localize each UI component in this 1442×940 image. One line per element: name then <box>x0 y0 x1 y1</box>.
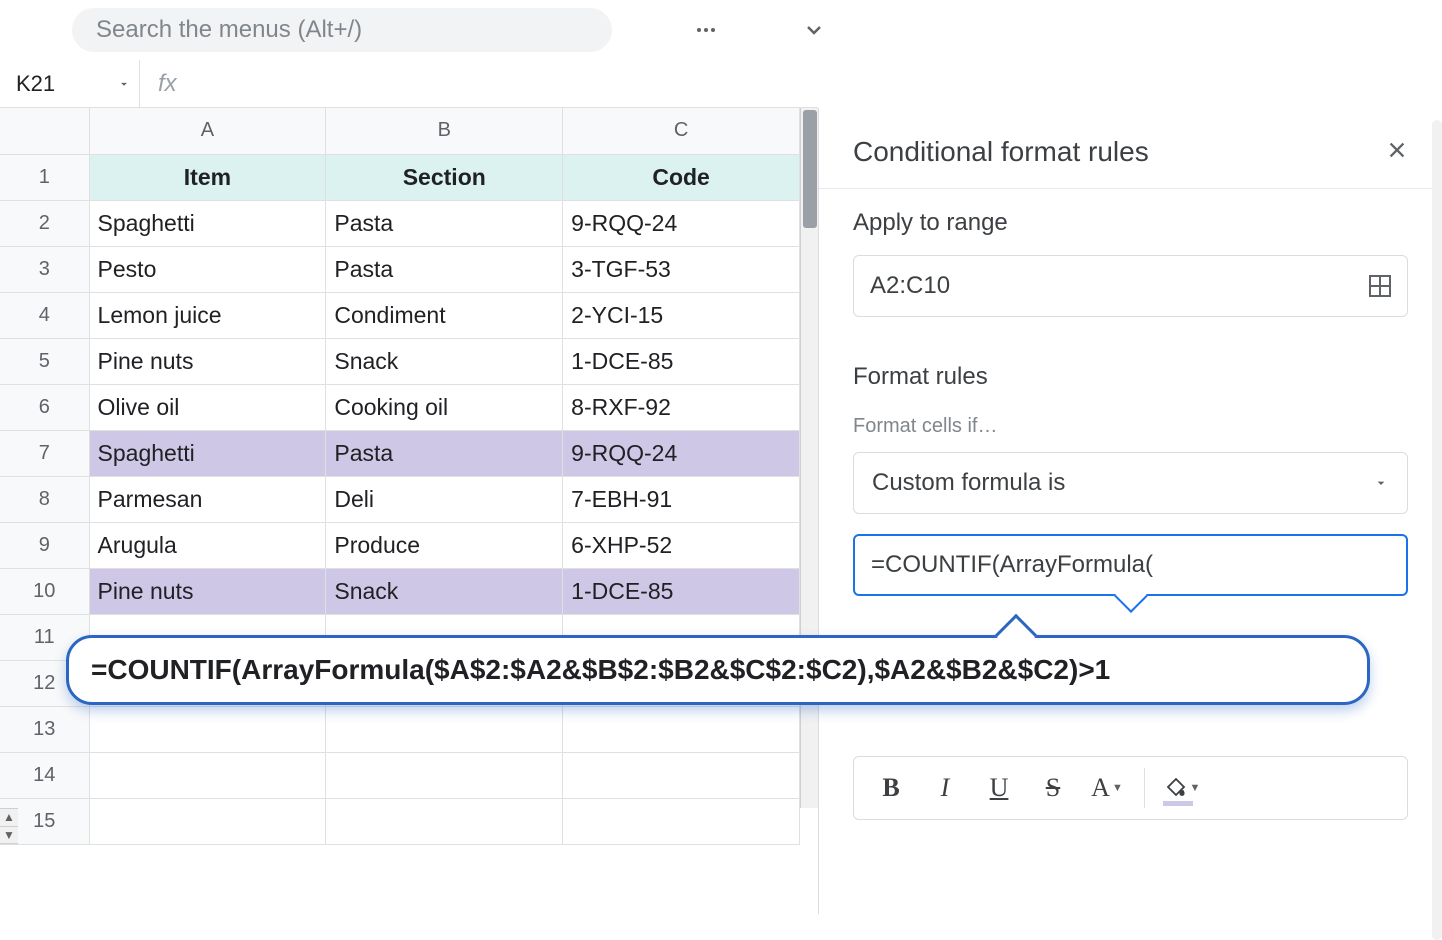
cell-section[interactable]: Deli <box>326 476 563 522</box>
cell-item[interactable]: Spaghetti <box>89 430 326 476</box>
cell-section[interactable]: Produce <box>326 522 563 568</box>
cell-code[interactable]: 2-YCI-15 <box>563 292 800 338</box>
header-code[interactable]: Code <box>563 154 800 200</box>
cell-section[interactable]: Condiment <box>326 292 563 338</box>
close-icon[interactable] <box>1386 137 1408 168</box>
cell-code[interactable]: 3-TGF-53 <box>563 246 800 292</box>
row-header[interactable]: 8 <box>0 476 89 522</box>
conditional-format-panel: Conditional format rules Apply to range … <box>818 108 1442 914</box>
cell-section[interactable]: Snack <box>326 338 563 384</box>
format-cells-if-label: Format cells if… <box>853 415 1408 438</box>
scroll-up-icon[interactable]: ▲ <box>0 809 18 827</box>
empty-cell[interactable] <box>326 752 563 798</box>
column-header-c[interactable]: C <box>563 108 800 154</box>
strikethrough-button[interactable]: S <box>1028 766 1078 810</box>
apply-range-label: Apply to range <box>853 209 1408 237</box>
range-picker-icon[interactable] <box>1369 275 1391 297</box>
column-header-a[interactable]: A <box>89 108 326 154</box>
name-box[interactable]: K21 <box>0 60 140 108</box>
chevron-down-icon[interactable] <box>800 16 828 44</box>
format-rules-label: Format rules <box>853 363 1408 391</box>
cell-section[interactable]: Cooking oil <box>326 384 563 430</box>
row-header[interactable]: 4 <box>0 292 89 338</box>
cell-section[interactable]: Pasta <box>326 246 563 292</box>
cell-item[interactable]: Lemon juice <box>89 292 326 338</box>
cell-code[interactable]: 6-XHP-52 <box>563 522 800 568</box>
cell-code[interactable]: 8-RXF-92 <box>563 384 800 430</box>
row-header[interactable]: 3 <box>0 246 89 292</box>
empty-cell[interactable] <box>326 706 563 752</box>
row-header[interactable]: 7 <box>0 430 89 476</box>
scroll-down-icon[interactable]: ▼ <box>0 827 18 845</box>
condition-value: Custom formula is <box>872 469 1065 497</box>
row-header[interactable]: 10 <box>0 568 89 614</box>
cell-item[interactable]: Spaghetti <box>89 200 326 246</box>
cell-item[interactable]: Arugula <box>89 522 326 568</box>
bold-button[interactable]: B <box>866 766 916 810</box>
column-header-b[interactable]: B <box>326 108 563 154</box>
condition-dropdown[interactable]: Custom formula is <box>853 452 1408 514</box>
spreadsheet-grid[interactable]: A B C 1ItemSectionCode2SpaghettiPasta9-R… <box>0 108 818 914</box>
empty-cell[interactable] <box>563 798 800 844</box>
more-icon[interactable] <box>692 16 720 44</box>
select-all-corner[interactable] <box>0 108 89 154</box>
cell-code[interactable]: 1-DCE-85 <box>563 338 800 384</box>
text-color-button[interactable]: A ▼ <box>1082 766 1132 810</box>
paint-bucket-icon <box>1164 776 1188 800</box>
cell-item[interactable]: Pine nuts <box>89 568 326 614</box>
empty-cell[interactable] <box>326 798 563 844</box>
row-header[interactable]: 13 <box>0 706 89 752</box>
apply-range-input[interactable]: A2:C10 <box>853 255 1408 317</box>
formula-bar-input[interactable] <box>195 60 818 108</box>
toolbar-divider <box>1144 768 1145 808</box>
name-fx-row: K21 fx <box>0 60 818 108</box>
custom-formula-value: =COUNTIF(ArrayFormula( <box>871 551 1153 579</box>
cell-item[interactable]: Olive oil <box>89 384 326 430</box>
empty-cell[interactable] <box>89 798 326 844</box>
formula-tooltip-text: =COUNTIF(ArrayFormula($A$2:$A2&$B$2:$B2&… <box>91 654 1345 686</box>
empty-cell[interactable] <box>563 752 800 798</box>
style-toolbar: B I U S A ▼ ▼ <box>853 756 1408 820</box>
underline-button[interactable]: U <box>974 766 1024 810</box>
formula-tooltip: =COUNTIF(ArrayFormula($A$2:$A2&$B$2:$B2&… <box>66 635 1370 705</box>
header-item[interactable]: Item <box>89 154 326 200</box>
row-header[interactable]: 2 <box>0 200 89 246</box>
cell-item[interactable]: Parmesan <box>89 476 326 522</box>
apply-range-value: A2:C10 <box>870 272 950 300</box>
row-header[interactable]: 1 <box>0 154 89 200</box>
cell-item[interactable]: Pine nuts <box>89 338 326 384</box>
fx-icon: fx <box>140 70 195 98</box>
scrollbar-thumb[interactable] <box>803 110 817 228</box>
panel-title: Conditional format rules <box>853 136 1149 168</box>
empty-cell[interactable] <box>89 752 326 798</box>
empty-cell[interactable] <box>89 706 326 752</box>
cell-code[interactable]: 9-RQQ-24 <box>563 200 800 246</box>
menu-search-input[interactable]: Search the menus (Alt+/) <box>72 8 612 52</box>
dropdown-arrow-icon <box>1373 475 1389 491</box>
name-box-dropdown-icon <box>117 77 131 91</box>
cell-section[interactable]: Pasta <box>326 430 563 476</box>
cell-item[interactable]: Pesto <box>89 246 326 292</box>
fill-color-button[interactable]: ▼ <box>1157 766 1207 810</box>
cell-code[interactable]: 1-DCE-85 <box>563 568 800 614</box>
cell-section[interactable]: Snack <box>326 568 563 614</box>
header-section[interactable]: Section <box>326 154 563 200</box>
row-header[interactable]: 6 <box>0 384 89 430</box>
panel-scrollbar[interactable] <box>1432 120 1442 940</box>
row-header[interactable]: 5 <box>0 338 89 384</box>
menu-search-bar: Search the menus (Alt+/) <box>0 0 1442 60</box>
empty-cell[interactable] <box>563 706 800 752</box>
italic-button[interactable]: I <box>920 766 970 810</box>
name-box-value: K21 <box>16 71 55 97</box>
row-header[interactable]: 14 <box>0 752 89 798</box>
row-header[interactable]: 9 <box>0 522 89 568</box>
cell-code[interactable]: 9-RQQ-24 <box>563 430 800 476</box>
search-placeholder: Search the menus (Alt+/) <box>96 16 362 44</box>
custom-formula-input[interactable]: =COUNTIF(ArrayFormula( <box>853 534 1408 596</box>
cell-section[interactable]: Pasta <box>326 200 563 246</box>
cell-code[interactable]: 7-EBH-91 <box>563 476 800 522</box>
